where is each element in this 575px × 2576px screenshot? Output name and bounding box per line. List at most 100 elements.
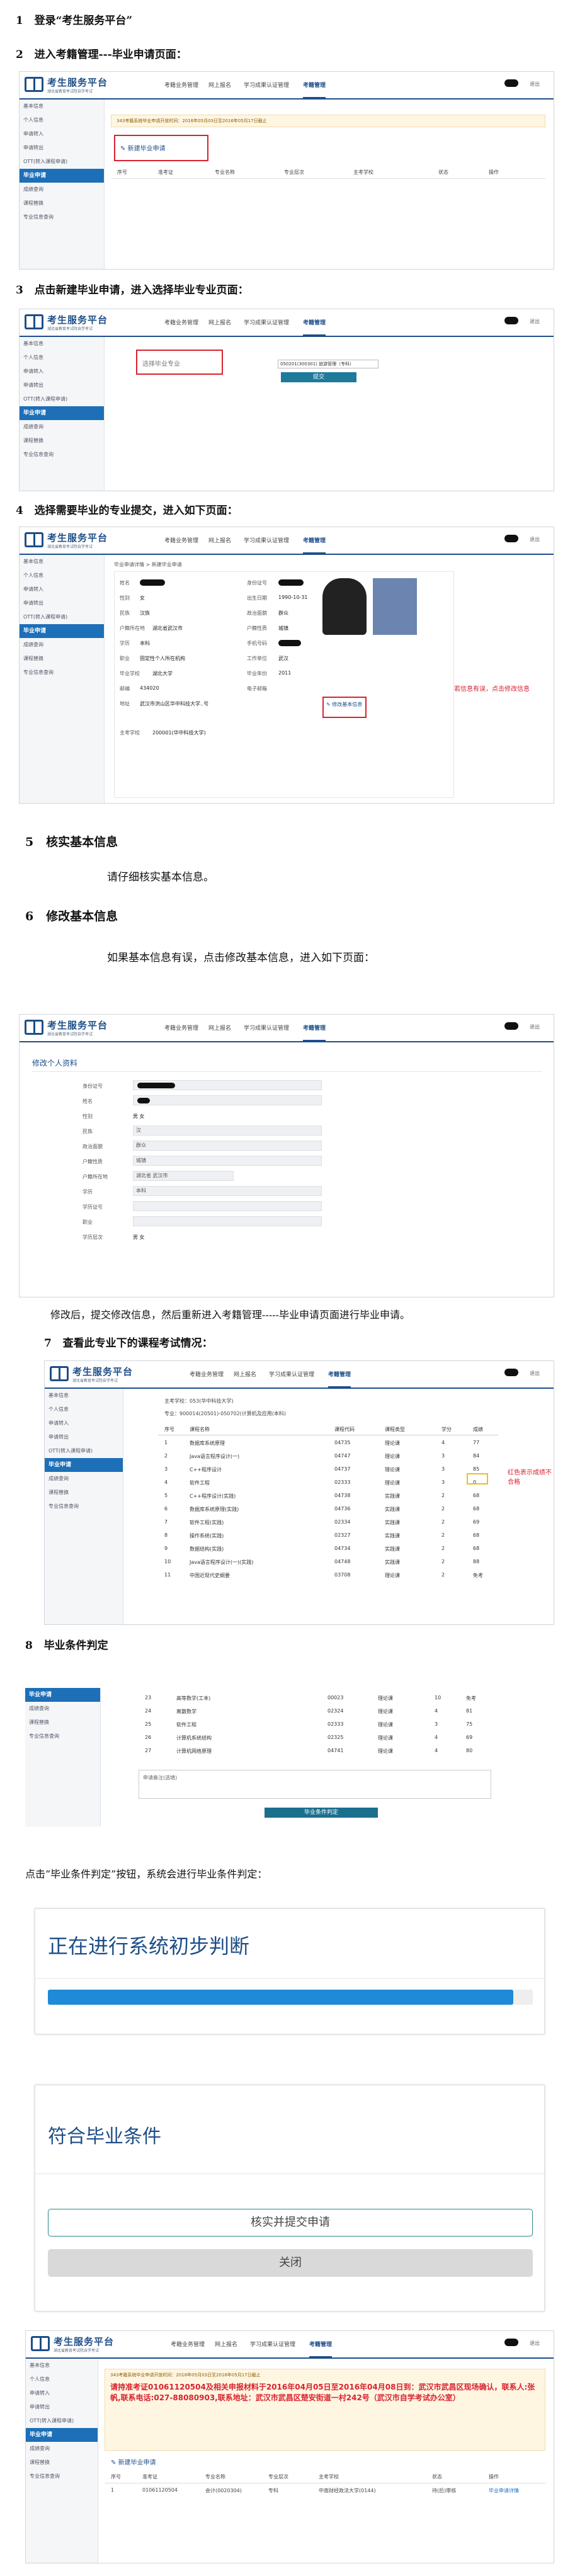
sidebar-item-transfer-out[interactable]: 申请转出 [26, 2400, 98, 2414]
sidebar-item-personal[interactable]: 个人信息 [20, 351, 104, 365]
submit-button[interactable]: 提交 [281, 372, 356, 382]
sidebar-item-graduation[interactable]: 毕业申请 [45, 1458, 123, 1472]
nav-online-signup[interactable]: 网上报名 [208, 318, 231, 326]
sidebar-item-graduation[interactable]: 毕业申请 [20, 169, 104, 183]
ethnic-select[interactable]: 汉 [133, 1126, 322, 1136]
sidebar-item-replace[interactable]: 课程替换 [20, 197, 104, 210]
edu-level-radios[interactable]: 男 女 [133, 1234, 145, 1241]
avatar[interactable] [504, 535, 518, 542]
name-field[interactable] [133, 1095, 322, 1105]
confirm-submit-button[interactable]: 核实并提交申请 [48, 2209, 533, 2237]
sidebar-item-transfer-out[interactable]: 申请转出 [45, 1430, 123, 1444]
sidebar-item-transfer-in[interactable]: 申请转入 [45, 1416, 123, 1430]
sidebar-item-personal[interactable]: 个人信息 [26, 2373, 98, 2386]
sidebar-item-scores[interactable]: 成绩查询 [20, 183, 104, 197]
sidebar-item-transfer-in[interactable]: 申请转入 [26, 2386, 98, 2400]
nav-online-signup[interactable]: 网上报名 [208, 536, 231, 544]
hukou-select[interactable]: 湖北省 武汉市 [133, 1171, 234, 1181]
politics-select[interactable]: 群众 [133, 1141, 322, 1151]
sidebar-item-scores[interactable]: 成绩查询 [25, 1702, 100, 1716]
sidebar-item-basic[interactable]: 基本信息 [20, 337, 104, 351]
nav-learning-cert[interactable]: 学习成果认证管理 [244, 318, 289, 326]
sidebar-item-graduation[interactable]: 毕业申请 [26, 2428, 98, 2442]
remark-textarea[interactable]: 申请备注(选填) [139, 1770, 491, 1799]
avatar[interactable] [504, 317, 518, 324]
sidebar-item-scores[interactable]: 成绩查询 [20, 420, 104, 434]
sidebar-item-scores[interactable]: 成绩查询 [26, 2442, 98, 2456]
sidebar-item-personal[interactable]: 个人信息 [20, 569, 104, 583]
sidebar-item-basic[interactable]: 基本信息 [26, 2359, 98, 2373]
avatar[interactable] [504, 79, 518, 87]
nav-registration[interactable]: 考籍业务管理 [190, 1370, 224, 1378]
major-select[interactable]: 050201(300301) 旅游管理（专科） [278, 360, 379, 368]
sidebar-item-transfer-in[interactable]: 申请转入 [20, 365, 104, 379]
sidebar-item-ott[interactable]: OTT(转入课程申请) [45, 1444, 123, 1458]
sidebar-item-personal[interactable]: 个人信息 [45, 1403, 123, 1416]
sidebar-item-major[interactable]: 专业信息查询 [20, 448, 104, 462]
exit-link[interactable]: 退出 [530, 1370, 540, 1377]
sidebar-item-ott[interactable]: OTT(转入课程申请) [20, 392, 104, 406]
edu-cert-field[interactable] [133, 1201, 322, 1211]
judge-button[interactable]: 毕业条件判定 [265, 1808, 378, 1818]
nav-records[interactable]: 考籍管理 [303, 536, 326, 554]
sidebar-item-major[interactable]: 专业信息查询 [25, 1730, 100, 1743]
nav-online-signup[interactable]: 网上报名 [215, 2340, 237, 2348]
sidebar-item-ott[interactable]: OTT(转入课程申请) [26, 2414, 98, 2428]
avatar[interactable] [504, 1022, 518, 1030]
nav-records[interactable]: 考籍管理 [303, 81, 326, 99]
exit-link[interactable]: 退出 [530, 318, 540, 325]
nav-registration[interactable]: 考籍业务管理 [164, 318, 198, 326]
sidebar-item-transfer-in[interactable]: 申请转入 [20, 127, 104, 141]
sidebar-item-replace[interactable]: 课程替换 [45, 1486, 123, 1500]
avatar[interactable] [504, 2339, 518, 2346]
nav-learning-cert[interactable]: 学习成果认证管理 [250, 2340, 295, 2348]
sidebar-item-ott[interactable]: OTT(转入课程申请) [20, 155, 104, 169]
sidebar-item-replace[interactable]: 课程替换 [20, 652, 104, 666]
nav-records[interactable]: 考籍管理 [303, 318, 326, 336]
sidebar-item-scores[interactable]: 成绩查询 [20, 638, 104, 652]
nav-online-signup[interactable]: 网上报名 [234, 1370, 256, 1378]
idcard-field[interactable] [133, 1080, 322, 1090]
nav-registration[interactable]: 考籍业务管理 [171, 2340, 205, 2348]
avatar[interactable] [504, 1369, 518, 1376]
modify-info-button[interactable]: ✎ 修改基本信息 [326, 701, 364, 708]
nav-registration[interactable]: 考籍业务管理 [164, 536, 198, 544]
nav-records[interactable]: 考籍管理 [309, 2340, 333, 2358]
sidebar-item-transfer-out[interactable]: 申请转出 [20, 379, 104, 392]
nav-learning-cert[interactable]: 学习成果认证管理 [244, 81, 289, 89]
nav-online-signup[interactable]: 网上报名 [208, 1023, 231, 1032]
sidebar-item-graduation[interactable]: 毕业申请 [20, 624, 104, 638]
sidebar-item-transfer-out[interactable]: 申请转出 [20, 596, 104, 610]
gender-radios[interactable]: 男 女 [133, 1113, 145, 1120]
nav-registration[interactable]: 考籍业务管理 [164, 1023, 198, 1032]
new-application-button[interactable]: ✎ 新建毕业申请 [111, 2457, 156, 2466]
sidebar-item-graduation[interactable]: 毕业申请 [20, 406, 104, 420]
nav-learning-cert[interactable]: 学习成果认证管理 [244, 536, 289, 544]
sidebar-item-personal[interactable]: 个人信息 [20, 113, 104, 127]
sidebar-item-transfer-out[interactable]: 申请转出 [20, 141, 104, 155]
nav-learning-cert[interactable]: 学习成果认证管理 [244, 1023, 289, 1032]
sidebar-item-major[interactable]: 专业信息查询 [20, 666, 104, 680]
job-select[interactable] [133, 1216, 322, 1226]
sidebar-item-replace[interactable]: 课程替换 [20, 434, 104, 448]
new-application-button[interactable]: ✎ 新建毕业申请 [120, 143, 166, 152]
sidebar-item-major[interactable]: 专业信息查询 [26, 2470, 98, 2483]
exit-link[interactable]: 退出 [530, 81, 540, 88]
sidebar-item-replace[interactable]: 课程替换 [26, 2456, 98, 2470]
nav-registration[interactable]: 考籍业务管理 [164, 81, 198, 89]
sidebar-item-basic[interactable]: 基本信息 [20, 100, 104, 113]
nav-learning-cert[interactable]: 学习成果认证管理 [269, 1370, 314, 1378]
hukou-type-select[interactable]: 城镇 [133, 1156, 322, 1166]
exit-link[interactable]: 退出 [530, 1023, 540, 1030]
sidebar-item-graduation[interactable]: 毕业申请 [25, 1688, 100, 1702]
education-select[interactable]: 本科 [133, 1186, 322, 1196]
sidebar-item-major[interactable]: 专业信息查询 [20, 210, 104, 224]
sidebar-item-replace[interactable]: 课程替换 [25, 1716, 100, 1730]
sidebar-item-basic[interactable]: 基本信息 [45, 1389, 123, 1403]
nav-records[interactable]: 考籍管理 [303, 1023, 326, 1042]
exit-link[interactable]: 退出 [530, 2340, 540, 2347]
sidebar-item-ott[interactable]: OTT(转入课程申请) [20, 610, 104, 624]
close-button[interactable]: 关闭 [48, 2249, 533, 2277]
sidebar-item-major[interactable]: 专业信息查询 [45, 1500, 123, 1513]
sidebar-item-transfer-in[interactable]: 申请转入 [20, 583, 104, 596]
